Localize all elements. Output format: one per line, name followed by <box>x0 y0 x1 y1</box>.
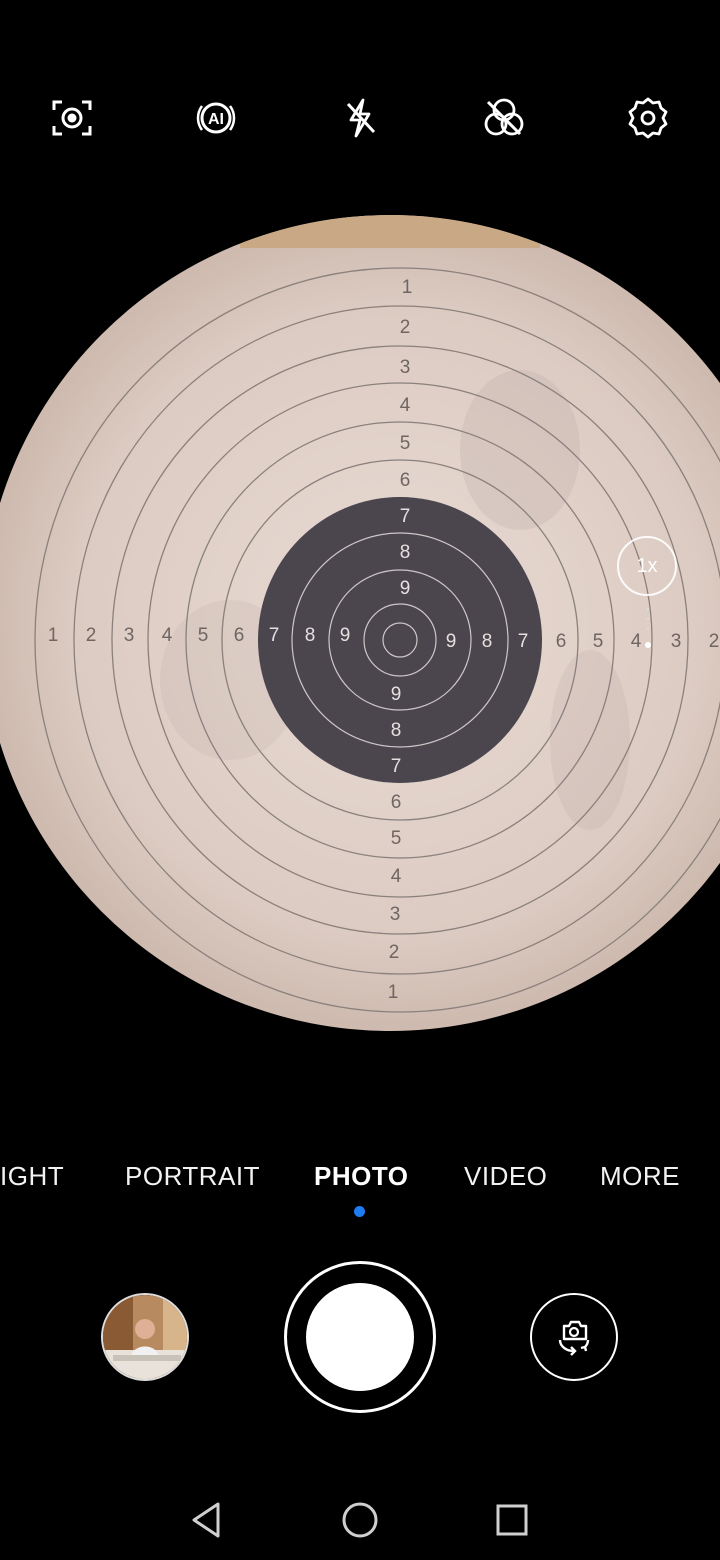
system-navigation-bar <box>0 1480 720 1560</box>
ring-label: 5 <box>391 828 402 849</box>
home-icon <box>342 1502 378 1538</box>
mode-more[interactable]: MORE <box>600 1161 680 1192</box>
recents-button[interactable] <box>488 1496 536 1544</box>
recents-icon <box>496 1504 528 1536</box>
ring-label: 2 <box>400 317 411 338</box>
flash-off-icon <box>346 98 376 138</box>
ring-label: 9 <box>340 625 351 646</box>
camera-mode-bar: IGHT PORTRAIT PHOTO VIDEO MORE <box>0 1155 720 1199</box>
mode-portrait[interactable]: PORTRAIT <box>125 1161 260 1192</box>
ring-label: 4 <box>400 395 411 416</box>
target-top-edge <box>240 215 540 248</box>
zoom-slider-dots[interactable] <box>645 606 651 650</box>
ring-label: 2 <box>86 625 97 646</box>
ring-label: 7 <box>269 625 280 646</box>
top-toolbar: AI <box>0 80 720 156</box>
zoom-button[interactable]: 1x <box>617 536 677 596</box>
ring-label: 8 <box>305 625 316 646</box>
svg-text:AI: AI <box>208 111 224 128</box>
ring-label: 6 <box>400 470 411 491</box>
ring-label: 8 <box>482 631 493 652</box>
camera-viewfinder[interactable]: 1 2 3 4 5 6 7 8 9 9 8 7 6 5 4 3 2 1 1 2 3 4 5 6 7 8 9 9 8 7 6 5 4 3 2 <box>0 200 720 1050</box>
ring-label: 9 <box>391 684 402 705</box>
ring-label: 6 <box>556 631 567 652</box>
ring-label: 7 <box>518 631 529 652</box>
live-photo-button[interactable] <box>466 80 542 156</box>
mode-video[interactable]: VIDEO <box>464 1161 547 1192</box>
mode-photo[interactable]: PHOTO <box>314 1161 408 1192</box>
ring-label: 9 <box>400 578 411 599</box>
back-icon <box>192 1502 220 1538</box>
ring-label: 3 <box>400 357 411 378</box>
ring-label: 7 <box>391 756 402 777</box>
ring-label: 8 <box>391 720 402 741</box>
ring-label: 2 <box>709 631 720 652</box>
ring-label: 6 <box>391 792 402 813</box>
mode-night[interactable]: IGHT <box>0 1161 64 1192</box>
ring-label: 1 <box>402 277 413 298</box>
ai-scene-button[interactable]: AI <box>178 80 254 156</box>
ring-label: 5 <box>593 631 604 652</box>
ring-label: 4 <box>631 631 642 652</box>
live-photo-off-icon <box>484 98 524 136</box>
camera-switch-icon <box>558 1320 590 1356</box>
gallery-thumbnail[interactable] <box>101 1293 189 1381</box>
ring-label: 1 <box>388 982 399 1003</box>
gallery-thumbnail-image <box>103 1295 187 1379</box>
ring-label: 3 <box>124 625 135 646</box>
ai-scene-icon: AI <box>196 102 236 134</box>
ring-label: 2 <box>389 942 400 963</box>
focus-detection-button[interactable] <box>34 80 110 156</box>
home-button[interactable] <box>336 1496 384 1544</box>
ring-label: 3 <box>390 904 401 925</box>
ring-label: 6 <box>234 625 245 646</box>
shutter-button[interactable] <box>306 1283 414 1391</box>
focus-detection-icon <box>52 100 92 136</box>
ring-label: 3 <box>671 631 682 652</box>
active-mode-indicator <box>354 1206 365 1217</box>
switch-camera-button[interactable] <box>530 1293 618 1381</box>
ring-label: 8 <box>400 542 411 563</box>
gear-icon <box>628 97 668 139</box>
flash-button[interactable] <box>322 80 398 156</box>
zoom-label: 1x <box>636 554 658 577</box>
back-button[interactable] <box>182 1496 230 1544</box>
ring-label: 5 <box>400 433 411 454</box>
ring-label: 5 <box>198 625 209 646</box>
ring-label: 1 <box>48 625 59 646</box>
settings-button[interactable] <box>610 80 686 156</box>
ring-label: 7 <box>400 506 411 527</box>
ring-label: 4 <box>391 866 402 887</box>
ring-label: 9 <box>446 631 457 652</box>
ring-label: 4 <box>162 625 173 646</box>
target-scene: 1 2 3 4 5 6 7 8 9 9 8 7 6 5 4 3 2 1 1 2 3 4 5 6 7 8 9 9 8 7 6 5 4 3 2 <box>0 215 720 1031</box>
